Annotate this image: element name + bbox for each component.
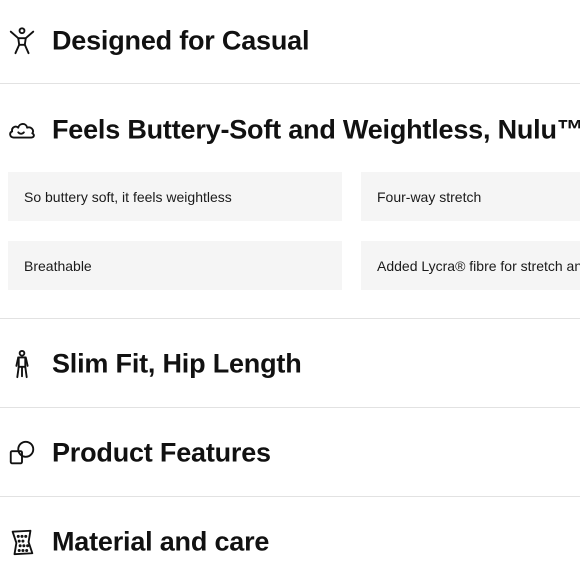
section-slim-fit[interactable]: Slim Fit, Hip Length [0, 336, 580, 392]
section-feels-buttery-soft[interactable]: Feels Buttery-Soft and Weightless, Nulu™ [0, 102, 580, 158]
section-title: Slim Fit, Hip Length [52, 348, 302, 379]
shapes-icon [6, 437, 38, 469]
divider [0, 318, 580, 319]
feature-card: So buttery soft, it feels weightless [8, 172, 342, 221]
feature-text: Added Lycra® fibre for stretch and shape… [377, 257, 580, 274]
cloud-icon [6, 114, 38, 146]
feature-card: Added Lycra® fibre for stretch and shape… [361, 241, 580, 290]
product-details-panel: Designed for Casual Feels Buttery-Soft a… [0, 0, 580, 580]
divider [0, 83, 580, 84]
person-fit-icon [6, 348, 38, 380]
section-designed-for-casual[interactable]: Designed for Casual [0, 13, 580, 69]
feature-text: Four-way stretch [377, 188, 482, 205]
feature-text: So buttery soft, it feels weightless [24, 188, 232, 205]
fabric-swatch-icon [6, 526, 38, 558]
feature-text: Breathable [24, 257, 92, 274]
section-product-features[interactable]: Product Features [0, 425, 580, 481]
divider [0, 496, 580, 497]
divider [0, 407, 580, 408]
section-title: Material and care [52, 526, 270, 557]
section-title: Feels Buttery-Soft and Weightless, Nulu™ [52, 114, 580, 145]
section-title: Designed for Casual [52, 25, 310, 56]
section-title: Product Features [52, 437, 271, 468]
feature-card: Four-way stretch [361, 172, 580, 221]
person-stretch-icon [6, 25, 38, 57]
section-material-and-care[interactable]: Material and care [0, 514, 580, 570]
feature-card: Breathable [8, 241, 342, 290]
